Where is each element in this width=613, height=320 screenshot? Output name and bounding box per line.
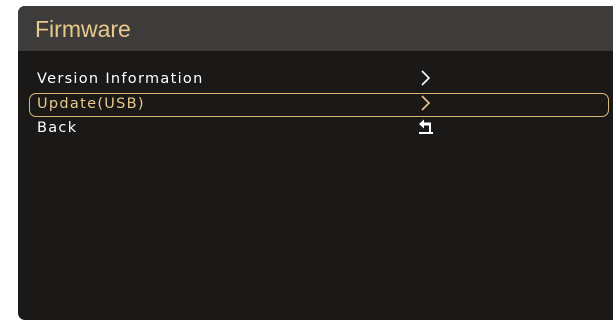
menu-item-version-information[interactable]: Version Information [29, 68, 609, 93]
return-icon [419, 119, 433, 134]
menu-item-label: Version Information [37, 71, 204, 87]
header-bar: Firmware [18, 6, 613, 51]
menu-item-update-usb[interactable]: Update(USB) [29, 93, 609, 117]
menu-item-label: Update(USB) [37, 96, 145, 112]
menu-list: Version Information Update(USB) Back [18, 68, 613, 142]
chevron-right-icon [421, 70, 431, 86]
menu-item-label: Back [37, 120, 78, 136]
firmware-screen: Firmware Version Information Update(USB)… [18, 6, 613, 320]
menu-item-back[interactable]: Back [29, 117, 609, 142]
chevron-right-icon [421, 95, 431, 111]
page-title: Firmware [35, 16, 131, 42]
